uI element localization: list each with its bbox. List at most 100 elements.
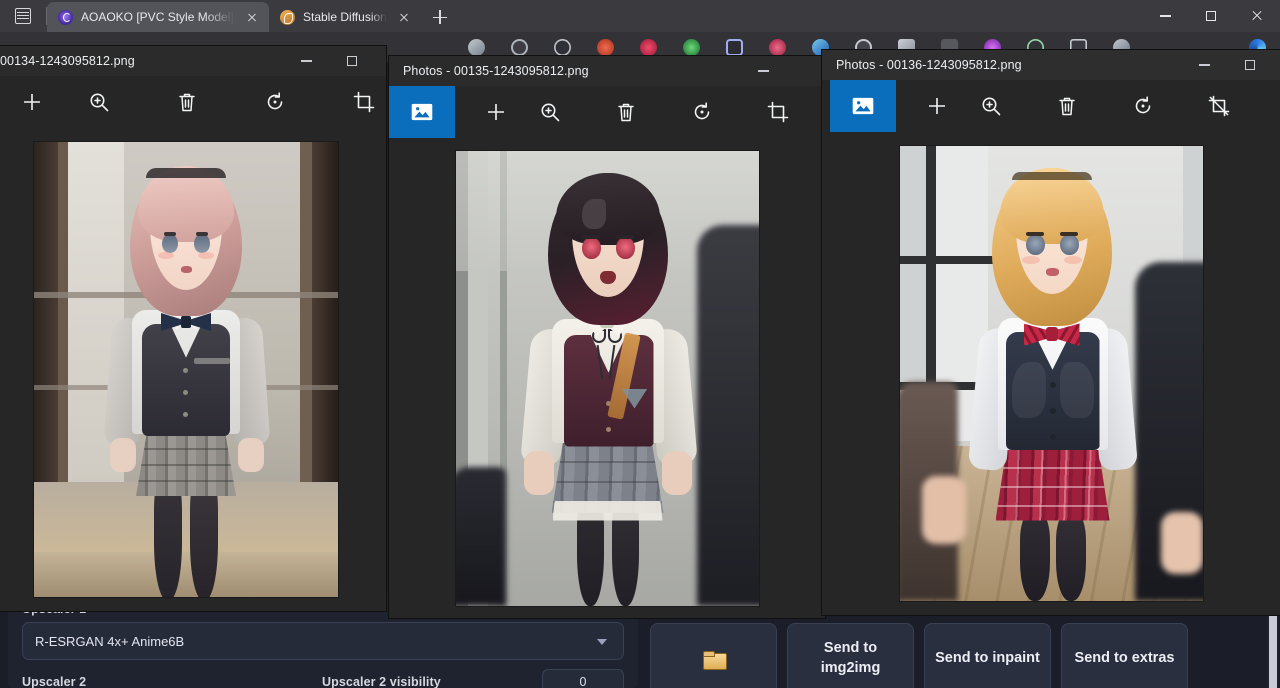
close-icon[interactable] [243, 8, 261, 26]
eye-left [582, 237, 601, 259]
photos-window-2[interactable]: Photos - 00135-1243095812.png [389, 56, 825, 618]
zoom-icon[interactable] [76, 76, 120, 128]
rotate-icon[interactable] [675, 86, 729, 138]
add-icon[interactable] [469, 86, 523, 138]
delete-icon[interactable] [165, 76, 209, 128]
mouth [181, 266, 192, 273]
artwork [456, 151, 759, 606]
browser-tabstrip: AOAOKO [PVC Style Model] - PV Stable Dif… [0, 0, 1280, 32]
close-icon[interactable] [395, 8, 413, 26]
bookmark-3[interactable] [554, 39, 571, 56]
minimize-icon [301, 60, 312, 61]
minimize-icon [1160, 15, 1171, 16]
zoom-icon[interactable] [523, 86, 577, 138]
bookmark-4[interactable] [597, 39, 614, 56]
civitai-icon [58, 10, 73, 25]
bookmark-6[interactable] [683, 39, 700, 56]
crop-icon[interactable] [342, 76, 386, 128]
maximize-button[interactable] [332, 46, 372, 76]
artwork [34, 142, 338, 597]
window-titlebar[interactable]: Photos - 00136-1243095812.png [822, 50, 1280, 80]
new-tab-button[interactable] [425, 2, 455, 32]
tab-title: Stable Diffusion [303, 10, 387, 24]
bookmark-5[interactable] [640, 39, 657, 56]
bookmark-8[interactable] [769, 39, 786, 56]
eye-right [1060, 234, 1079, 255]
maximize-button[interactable] [1188, 0, 1234, 32]
window-titlebar[interactable]: 00134-1243095812.png [0, 46, 386, 76]
crop-icon[interactable] [1192, 80, 1246, 132]
zoom-icon[interactable] [964, 80, 1018, 132]
photos-toolbar [822, 80, 1280, 132]
minimize-icon [758, 70, 769, 71]
bookmark-7[interactable] [726, 39, 743, 56]
bookmark-1[interactable] [468, 39, 485, 56]
upscaler2-visibility-label: Upscaler 2 visibility [322, 675, 542, 688]
browser-window-controls [1142, 0, 1280, 32]
browser-tab-aoaoko[interactable]: AOAOKO [PVC Style Model] - PV [47, 2, 269, 32]
upscaler1-dropdown[interactable]: R-ESRGAN 4x+ Anime6B [22, 622, 624, 660]
window-title: Photos - 00136-1243095812.png [836, 58, 1022, 72]
eye-right [616, 237, 635, 259]
upscaler2-row: Upscaler 2 Upscaler 2 visibility 0 [22, 669, 624, 688]
close-button[interactable] [1234, 0, 1280, 32]
photos-window-3[interactable]: Photos - 00136-1243095812.png [822, 50, 1280, 615]
artwork [900, 146, 1203, 601]
bookmark-2[interactable] [511, 39, 528, 56]
picture-icon[interactable] [389, 86, 455, 138]
eye-right [194, 234, 210, 253]
crop-icon[interactable] [751, 86, 805, 138]
maximize-icon [1206, 11, 1216, 21]
page-scrollbar[interactable] [1267, 607, 1278, 688]
photo-image-3[interactable] [900, 146, 1203, 601]
send-to-extras-button[interactable]: Send to extras [1061, 623, 1188, 688]
window-title: 00134-1243095812.png [0, 54, 135, 68]
photo-image-2[interactable] [456, 151, 759, 606]
screen-root: AOAOKO [PVC Style Model] - PV Stable Dif… [0, 0, 1280, 688]
photo-image-1[interactable] [34, 142, 338, 597]
mouth [600, 271, 616, 284]
send-to-inpaint-button[interactable]: Send to inpaint [924, 623, 1051, 688]
open-folder-button[interactable] [650, 623, 777, 688]
send-to-img2img-button[interactable]: Send to img2img [787, 623, 914, 688]
photos-toolbar [389, 86, 825, 138]
rotate-icon[interactable] [1116, 80, 1170, 132]
collections-icon [15, 8, 31, 24]
delete-icon[interactable] [599, 86, 653, 138]
picture-icon[interactable] [830, 80, 896, 132]
minimize-icon [1199, 64, 1210, 65]
add-icon[interactable] [10, 76, 54, 128]
window-titlebar[interactable]: Photos - 00135-1243095812.png [389, 56, 825, 86]
add-icon[interactable] [910, 80, 964, 132]
mouth [1046, 268, 1059, 276]
stable-diffusion-icon [280, 10, 295, 25]
eye-left [1026, 234, 1045, 255]
minimize-button[interactable] [743, 56, 783, 86]
rotate-icon[interactable] [253, 76, 297, 128]
upscaler2-visibility-value[interactable]: 0 [542, 669, 624, 688]
minimize-button[interactable] [286, 46, 326, 76]
delete-icon[interactable] [1040, 80, 1094, 132]
send-to-button-group: Send to img2img Send to inpaint Send to … [650, 623, 1188, 688]
upscaler1-value: R-ESRGAN 4x+ Anime6B [35, 634, 184, 649]
close-icon [1251, 10, 1263, 22]
photo-canvas[interactable] [0, 128, 386, 611]
chevron-down-icon [597, 639, 607, 645]
minimize-button[interactable] [1184, 50, 1224, 80]
maximize-icon [1245, 60, 1255, 70]
window-title: Photos - 00135-1243095812.png [403, 64, 589, 78]
maximize-button[interactable] [1230, 50, 1270, 80]
collections-button[interactable] [0, 0, 46, 32]
minimize-button[interactable] [1142, 0, 1188, 32]
photos-window-1[interactable]: 00134-1243095812.png [0, 46, 386, 611]
maximize-icon [347, 56, 357, 66]
tab-title: AOAOKO [PVC Style Model] - PV [81, 10, 235, 24]
scrollbar-thumb[interactable] [1269, 611, 1277, 688]
photo-canvas[interactable] [389, 138, 825, 618]
folder-icon [703, 651, 725, 668]
photo-canvas[interactable] [822, 132, 1280, 615]
photos-toolbar [0, 76, 386, 128]
eye-left [162, 234, 178, 253]
browser-tab-stable-diffusion[interactable]: Stable Diffusion [269, 2, 421, 32]
upscaler2-label: Upscaler 2 [22, 675, 322, 688]
